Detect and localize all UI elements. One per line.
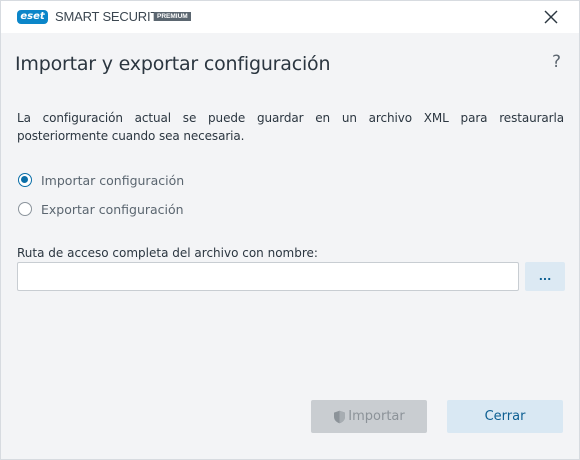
import-option-label: Importar configuración: [41, 172, 185, 188]
settings-import-export-dialog: eset SMART SECURITY PREMIUM Importar y e…: [0, 0, 580, 460]
import-button-label: Importar: [348, 409, 405, 424]
close-button[interactable]: Cerrar: [447, 400, 563, 433]
eset-logo: eset: [17, 10, 48, 24]
window-close-button[interactable]: [541, 7, 561, 27]
description-text: La configuración actual se puede guardar…: [17, 111, 564, 143]
close-icon: [544, 10, 558, 24]
page-title: Importar y exportar configuración: [15, 53, 331, 75]
dialog-content: Importar y exportar configuración ? La c…: [1, 33, 579, 459]
browse-button[interactable]: ...: [525, 262, 565, 291]
import-radio[interactable]: [18, 173, 32, 187]
title-bar: eset SMART SECURITY PREMIUM: [1, 1, 579, 33]
export-radio[interactable]: [18, 202, 32, 216]
export-option[interactable]: Exportar configuración: [18, 199, 184, 219]
help-button[interactable]: ?: [552, 52, 561, 72]
edition-badge: PREMIUM: [154, 12, 191, 21]
import-option[interactable]: Importar configuración: [18, 170, 184, 190]
export-option-label: Exportar configuración: [41, 201, 184, 217]
file-path-input[interactable]: [17, 262, 519, 291]
shield-icon: [334, 410, 346, 423]
product-name: SMART SECURITY: [55, 9, 167, 24]
import-button[interactable]: Importar: [311, 400, 427, 433]
file-path-label: Ruta de acceso completa del archivo con …: [17, 246, 318, 260]
